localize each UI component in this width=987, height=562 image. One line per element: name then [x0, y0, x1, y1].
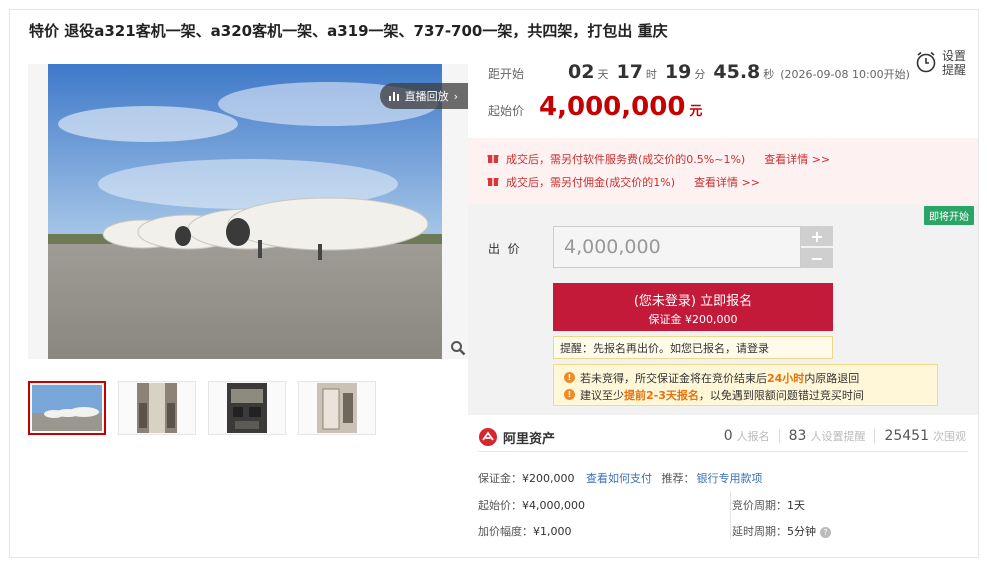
ali-logo-icon — [479, 428, 497, 446]
cockpit-thumb — [227, 383, 267, 433]
signup-count: 0 — [723, 428, 733, 444]
login-link[interactable]: 登录 — [747, 340, 769, 356]
thumbnail-2[interactable] — [118, 381, 196, 435]
extend-value: 5分钟 — [787, 525, 816, 538]
start-price-detail-label: 起始价： — [478, 499, 522, 512]
platform-name: 阿里资产 — [503, 431, 556, 447]
deposit-label: 保证金： — [478, 472, 522, 485]
view-count: 25451 — [884, 428, 929, 444]
countdown-label: 距开始 — [488, 67, 525, 81]
auction-stats: 0 人报名 83 人设置提醒 25451 次围观 — [724, 428, 966, 444]
warning-text: 若未竞得，所交保证金将在竞价结束后 — [580, 371, 767, 385]
deposit-info: 保证金：¥200,000 查看如何支付 推荐： 银行专用款项 — [478, 470, 763, 486]
bid-stepper: + − — [801, 226, 833, 270]
warning-highlight: 提前2-3天报名 — [624, 388, 699, 402]
cycle-info: 竞价周期：1天 — [732, 497, 805, 513]
notice-details-link[interactable]: 查看详情 >> — [764, 151, 830, 167]
warning-icon: ! — [564, 372, 575, 383]
countdown-minutes-unit: 分 — [694, 68, 706, 81]
extend-label: 延时周期： — [732, 525, 787, 538]
countdown-hours-unit: 时 — [645, 68, 657, 81]
live-replay-button[interactable]: 直播回放 › — [379, 83, 468, 109]
increase-bid-button[interactable]: + — [801, 226, 833, 246]
thumbnail-4[interactable] — [298, 381, 376, 435]
thumbnail-1[interactable] — [28, 381, 106, 435]
countdown-seconds: 45.8 — [713, 61, 761, 83]
warning-icon: ! — [564, 389, 575, 400]
door-thumb — [317, 383, 357, 433]
start-price: 起始价 4,000,000 元 — [488, 92, 702, 122]
warning-text: 建议至少 — [580, 388, 624, 402]
cycle-value: 1天 — [787, 499, 805, 512]
register-deposit-label: 保证金 ¥200,000 — [648, 313, 738, 326]
notice-text: 成交后，需另付软件服务费(成交价的0.5%~1%) — [506, 153, 746, 166]
start-time: (2026-09-08 10:00开始) — [780, 68, 910, 81]
warning-line: ! 建议至少提前2-3天报名，以免遇到限额问题错过竞买时间 — [564, 386, 937, 403]
signup-label: 人报名 — [736, 430, 770, 443]
main-image[interactable]: 直播回放 › — [28, 64, 468, 359]
countdown: 距开始 02 天 17 时 19 分 45.8 秒 (2026-09-08 10… — [488, 61, 910, 83]
start-price-unit: 元 — [689, 104, 703, 119]
cycle-label: 竞价周期： — [732, 499, 787, 512]
view-label: 次围观 — [933, 430, 966, 443]
warning-text: ，以免遇到限额问题错过竞买时间 — [698, 388, 864, 402]
status-badge: 即将开始 — [924, 206, 974, 225]
airplanes-thumb — [32, 385, 102, 431]
increment-info: 加价幅度：¥1,000 — [478, 523, 572, 539]
reminder-count-label: 人设置提醒 — [810, 430, 866, 443]
login-tip-text: 提醒：先报名再出价。如您已报名，请 — [560, 341, 747, 355]
countdown-minutes: 19 — [664, 61, 692, 83]
countdown-seconds-unit: 秒 — [763, 68, 775, 81]
thumbnail-strip — [28, 381, 376, 435]
fee-notice: 成交后，需另付软件服务费(成交价的0.5%~1%) 查看详情 >> 成交后，需另… — [468, 138, 978, 204]
set-reminder-label: 设置提醒 — [942, 49, 967, 77]
warning-line: ! 若未竞得，所交保证金将在竞价结束后24小时内原路退回 — [564, 369, 937, 386]
bid-price-input[interactable]: 4,000,000 — [553, 226, 801, 268]
countdown-hours: 17 — [616, 61, 643, 83]
gift-icon — [487, 152, 499, 167]
notice-service-fee: 成交后，需另付软件服务费(成交价的0.5%~1%) 查看详情 >> — [487, 151, 830, 167]
deposit-warning: ! 若未竞得，所交保证金将在竞价结束后24小时内原路退回 ! 建议至少提前2-3… — [553, 364, 938, 406]
help-icon[interactable]: ? — [820, 527, 831, 538]
ali-assets-logo: 阿里资产 — [478, 427, 555, 447]
set-reminder-button[interactable]: 设置提醒 — [914, 49, 968, 77]
zoom-icon[interactable] — [450, 340, 466, 359]
how-to-pay-link[interactable]: 查看如何支付 — [586, 472, 652, 485]
warning-text: 内原路退回 — [804, 371, 860, 385]
start-price-detail-value: ¥4,000,000 — [522, 499, 585, 512]
live-replay-label: 直播回放 — [404, 90, 449, 103]
notice-text: 成交后，需另付佣金(成交价的1%) — [506, 176, 676, 189]
reminder-count: 83 — [788, 428, 807, 444]
platform-row: 阿里资产 0 人报名 83 人设置提醒 25451 次围观 — [478, 424, 968, 452]
register-button-label: (您未登录) 立即报名 — [633, 294, 753, 309]
start-price-value: 4,000,000 — [539, 92, 686, 122]
notice-commission: 成交后，需另付佣金(成交价的1%) 查看详情 >> — [487, 174, 760, 190]
bid-box: 即将开始 出 价 4,000,000 + − (您未登录) 立即报名 保证金 ¥… — [468, 204, 978, 415]
bank-funds-link[interactable]: 银行专用款项 — [697, 472, 763, 485]
alarm-clock-icon — [914, 50, 938, 77]
login-tip: 提醒：先报名再出价。如您已报名，请 登录 — [553, 336, 833, 359]
gift-icon — [487, 175, 499, 190]
extend-info: 延时周期：5分钟? — [732, 523, 831, 539]
chevron-right-icon: › — [453, 89, 458, 103]
warning-highlight: 24小时 — [767, 371, 805, 385]
increment-value: ¥1,000 — [533, 525, 572, 538]
bid-label: 出 价 — [488, 242, 520, 256]
page-title: 特价 退役a321客机一架、a320客机一架、a319一架、737-700一架，… — [29, 22, 668, 40]
deposit-value: ¥200,000 — [522, 472, 575, 485]
start-price-label: 起始价 — [488, 104, 525, 118]
cabin-thumb — [137, 383, 177, 433]
thumbnail-3[interactable] — [208, 381, 286, 435]
increment-label: 加价幅度： — [478, 525, 533, 538]
start-price-info: 起始价：¥4,000,000 — [478, 497, 585, 513]
bar-chart-icon — [388, 90, 400, 102]
divider — [730, 491, 731, 539]
countdown-days-unit: 天 — [597, 68, 609, 81]
recommend-label: 推荐： — [661, 472, 695, 485]
notice-details-link[interactable]: 查看详情 >> — [694, 174, 760, 190]
countdown-days: 02 — [568, 61, 595, 83]
register-button[interactable]: (您未登录) 立即报名 保证金 ¥200,000 — [553, 283, 833, 331]
decrease-bid-button[interactable]: − — [801, 248, 833, 268]
